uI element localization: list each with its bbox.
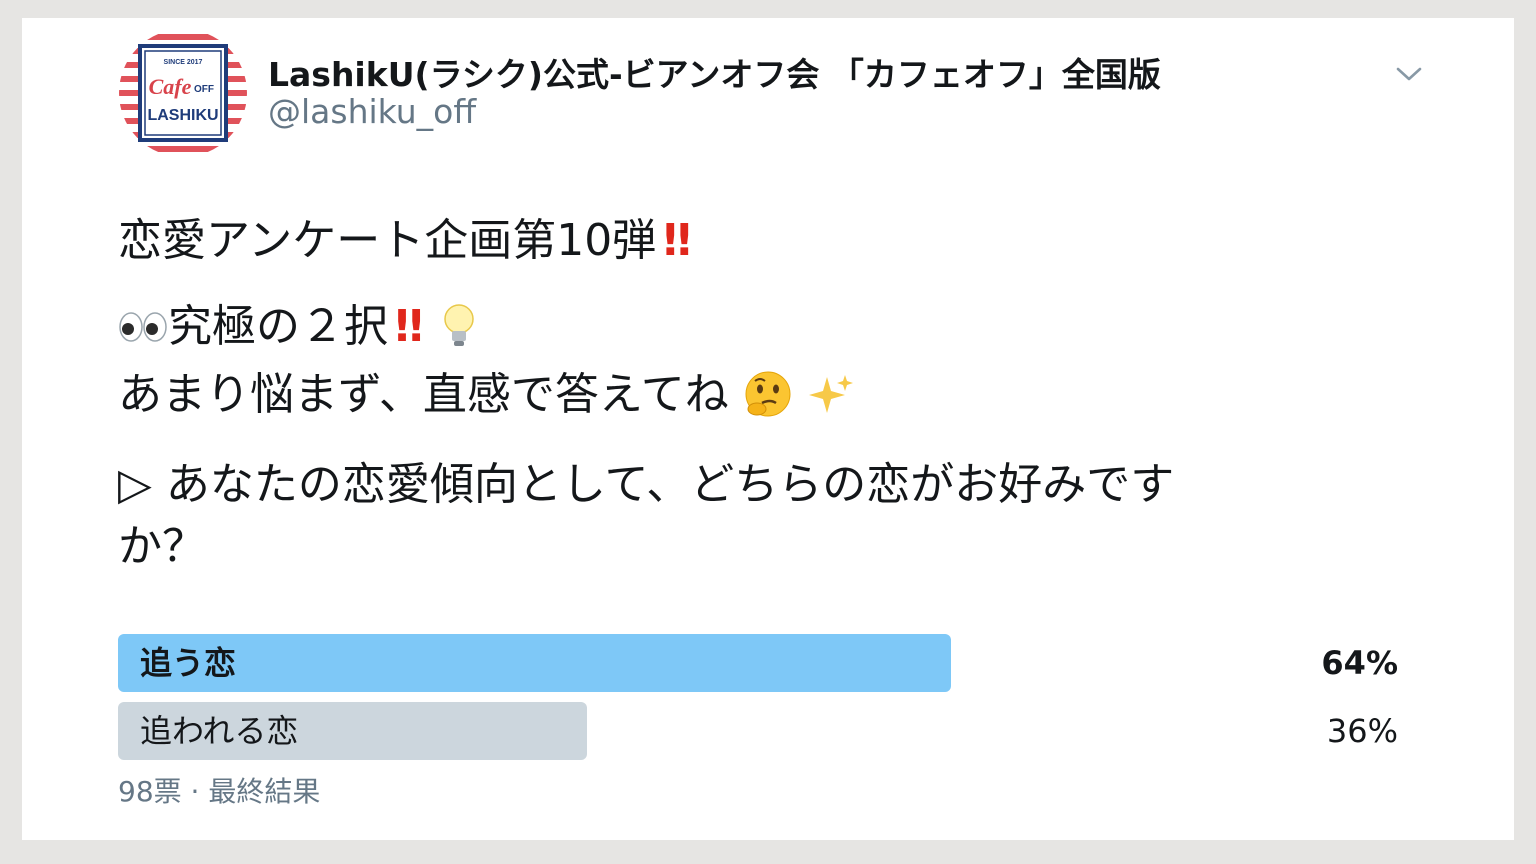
handle[interactable]: @lashiku_off [268, 92, 476, 131]
thinking-face-icon [745, 371, 791, 417]
avatar-since-text: SINCE 2017 [164, 59, 203, 66]
avatar[interactable]: SINCE 2017 Cafe OFF LASHIKU [118, 28, 248, 158]
double-exclamation-icon: !! [660, 215, 694, 266]
poll-option-1-percent: 64% [1321, 644, 1398, 682]
poll-option-1-bar [118, 634, 951, 692]
tweet-line-4: ▷ あなたの恋愛傾向として、どちらの恋がお好みです [118, 459, 1175, 510]
tweet-card: SINCE 2017 Cafe OFF LASHIKU LashikU(ラシク)… [22, 18, 1514, 840]
tweet-line-2: 究極の２択!! [118, 296, 1378, 358]
tweet-line-3: あまり悩まず、直感で答えてね [118, 364, 1378, 426]
tweet-line-3-text: あまり悩まず、直感で答えてね [118, 369, 729, 420]
chevron-down-icon[interactable] [1394, 62, 1424, 86]
poll-option-1-label: 追う恋 [140, 644, 237, 682]
avatar-brand-text: LASHIKU [147, 107, 218, 124]
poll-meta: 98票 · 最終結果 [118, 775, 321, 808]
double-exclamation-icon: !! [392, 301, 426, 352]
tweet-line-1-text: 恋愛アンケート企画第10弾 [118, 215, 657, 266]
poll-option-2-percent: 36% [1326, 712, 1398, 750]
sparkles-icon [808, 375, 853, 413]
display-name[interactable]: LashikU(ラシク)公式-ビアンオフ会 「カフェオフ」全国版 [268, 48, 1161, 96]
avatar-off-text: OFF [194, 84, 214, 95]
poll-option-2-label: 追われる恋 [140, 712, 299, 750]
tweet-line-1: 恋愛アンケート企画第10弾!! [118, 210, 1378, 272]
tweet-line-2-text: 究極の２択 [168, 301, 388, 352]
tweet-line-5: か？ [118, 521, 206, 572]
eyes-icon [119, 312, 167, 342]
poll-option-2: 追われる恋 36% [118, 702, 1398, 760]
light-bulb-icon [444, 304, 474, 346]
poll-option-1: 追う恋 64% [118, 634, 1398, 692]
avatar-cafe-text: Cafe [149, 74, 192, 99]
